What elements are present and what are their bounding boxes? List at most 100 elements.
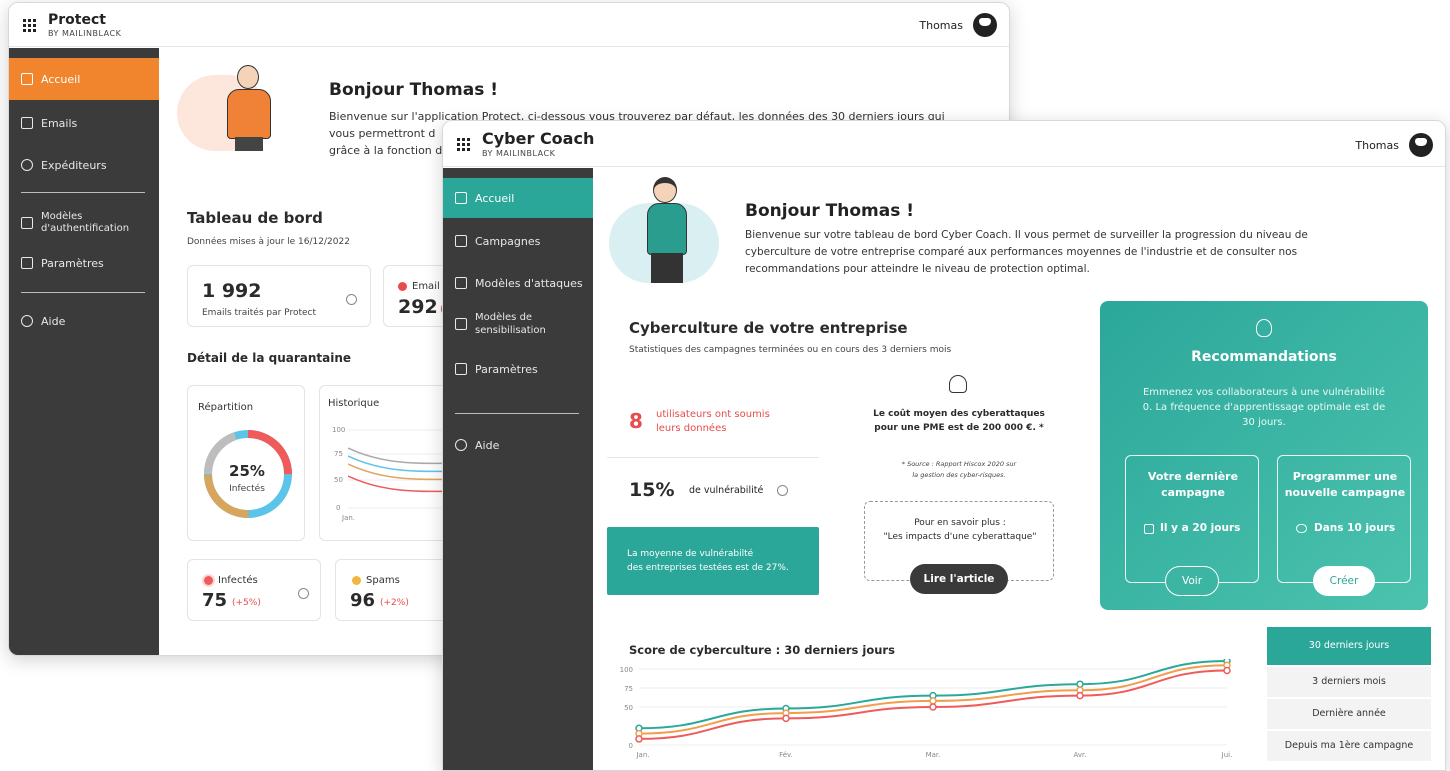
nav-label: Accueil <box>41 72 81 86</box>
historique-label: Historique <box>328 398 380 409</box>
stat-divider <box>607 457 819 458</box>
protect-nav-senders[interactable]: Expéditeurs <box>9 150 159 180</box>
illustration-body <box>647 203 687 255</box>
nav-label: Paramètres <box>41 256 104 270</box>
infected-delta: (+5%) <box>232 598 261 608</box>
read-more-line-1: Pour en savoir plus : <box>914 518 1006 528</box>
donut-label: Infectés <box>229 484 265 494</box>
apps-grid-icon[interactable] <box>23 19 36 32</box>
protect-user-menu[interactable]: Thomas <box>919 13 997 37</box>
spam-icon <box>352 576 361 585</box>
stat-value: 292 <box>398 296 438 318</box>
coach-user-menu[interactable]: Thomas <box>1355 133 1433 157</box>
reco-line-2: 0. La fréquence d'apprentissage optimale… <box>1142 402 1386 413</box>
read-article-button[interactable]: Lire l'article <box>910 564 1008 594</box>
score-data-point[interactable] <box>929 697 937 705</box>
nav-label: Modèles d'attaques <box>475 276 583 290</box>
spams-value: 96 <box>350 590 376 611</box>
stat-label: Email <box>412 281 440 292</box>
protect-nav-auth-models[interactable]: Modèles d'authentification <box>9 206 159 240</box>
x-tick-label: Avr. <box>1074 751 1087 759</box>
period-since-first[interactable]: Depuis ma 1ère campagne <box>1267 731 1431 761</box>
coach-nav-awareness-models[interactable]: Modèles de sensibilisation <box>443 306 593 342</box>
period-selector: 30 derniers jours 3 derniers mois Derniè… <box>1267 627 1431 763</box>
sliders-icon <box>455 363 467 375</box>
cost-line-1: Le coût moyen des cyberattaques <box>873 409 1045 419</box>
hist-ytick: 0 <box>336 504 341 512</box>
score-data-point[interactable] <box>929 703 937 711</box>
avatar[interactable] <box>1409 133 1433 157</box>
coach-illustration <box>609 173 733 293</box>
score-data-point[interactable] <box>1223 666 1231 675</box>
quarantine-title: Détail de la quarantaine <box>187 351 352 365</box>
x-tick-label: Fév. <box>779 751 793 759</box>
score-data-point[interactable] <box>782 714 790 723</box>
view-button[interactable]: Voir <box>1165 566 1219 596</box>
info-icon[interactable] <box>346 294 357 305</box>
average-line-1: La moyenne de vulnérabilté <box>627 549 754 559</box>
coach-intro-1: Bienvenue sur votre tableau de bord Cybe… <box>745 229 1308 241</box>
illustration-legs <box>235 137 263 151</box>
coach-nav-attack-models[interactable]: Modèles d'attaques <box>443 268 593 298</box>
sliders-icon <box>21 257 33 269</box>
cost-line-2: pour une PME est de 200 000 €. * <box>874 423 1044 433</box>
protect-intro-3: grâce à la fonction d <box>329 144 443 157</box>
help-icon <box>455 439 467 451</box>
protect-nav-help[interactable]: Aide <box>9 306 159 336</box>
new-campaign-card: Programmer une nouvelle campagne Dans 10… <box>1277 455 1411 583</box>
info-icon[interactable] <box>777 485 788 496</box>
calendar-icon <box>1144 524 1154 534</box>
repeat-icon <box>1296 524 1307 533</box>
illustration-head <box>237 65 259 89</box>
infected-value: 75 <box>202 590 228 611</box>
stat-label: Emails traités par Protect <box>202 308 316 318</box>
nav-label: Accueil <box>475 191 515 205</box>
coach-title: Cyber Coach <box>482 129 595 148</box>
protect-brand: Protect BY MAILINBLACK <box>23 13 121 38</box>
illustration-skirt <box>651 253 683 283</box>
reco-line-1: Emmenez vos collaborateurs à une vulnéra… <box>1142 387 1386 398</box>
dashboard-title: Tableau de bord <box>187 209 323 227</box>
protect-title: Protect <box>48 12 106 28</box>
stat-card-processed: 1 992 Emails traités par Protect <box>187 265 371 327</box>
period-30-days[interactable]: 30 derniers jours <box>1267 627 1431 665</box>
vuln-label: de vulnérabilité <box>689 485 764 496</box>
create-button[interactable]: Créer <box>1313 566 1375 596</box>
protect-nav-settings[interactable]: Paramètres <box>9 248 159 278</box>
score-data-point[interactable] <box>1076 691 1084 700</box>
user-shield-icon <box>949 375 967 393</box>
protect-subtitle: BY MAILINBLACK <box>48 29 122 38</box>
nav-label: Emails <box>41 116 78 130</box>
coach-intro-2: cyberculture de votre entreprise comparé… <box>745 246 1298 258</box>
hist-ytick: 50 <box>334 476 343 484</box>
home-icon <box>455 192 467 204</box>
next-title-2: nouvelle campagne <box>1284 486 1406 499</box>
next-title-1: Programmer une <box>1292 470 1398 483</box>
y-tick-label: 75 <box>624 685 633 693</box>
protect-sidebar: Accueil Emails Expéditeurs Modèles d'aut… <box>9 48 159 655</box>
coach-nav-accueil[interactable]: Accueil <box>443 178 593 218</box>
coach-nav-settings[interactable]: Paramètres <box>443 354 593 384</box>
help-icon <box>21 315 33 327</box>
apps-grid-icon[interactable] <box>457 138 470 151</box>
avatar[interactable] <box>973 13 997 37</box>
illustration-head <box>653 177 677 203</box>
nav-label: Campagnes <box>475 234 541 248</box>
coach-window: Cyber Coach BY MAILINBLACK Thomas Accuei… <box>442 120 1446 771</box>
recommendations-title: Recommandations <box>1191 349 1337 365</box>
coach-nav-campaigns[interactable]: Campagnes <box>443 226 593 256</box>
hist-xtick: Jan. <box>342 514 356 522</box>
info-icon[interactable] <box>298 588 309 599</box>
period-3-months[interactable]: 3 derniers mois <box>1267 667 1431 697</box>
divider <box>21 292 145 293</box>
x-tick-label: Jan. <box>635 751 649 759</box>
protect-nav-accueil[interactable]: Accueil <box>9 58 159 100</box>
mail-icon <box>21 117 33 129</box>
score-data-point[interactable] <box>1076 680 1084 688</box>
average-line-2: des entreprises testées est de 27%. <box>627 563 789 573</box>
protect-topbar: Protect BY MAILINBLACK Thomas <box>9 3 1009 47</box>
coach-nav-help[interactable]: Aide <box>443 430 593 460</box>
score-data-point[interactable] <box>635 735 643 743</box>
period-last-year[interactable]: Dernière année <box>1267 699 1431 729</box>
protect-nav-emails[interactable]: Emails <box>9 108 159 138</box>
